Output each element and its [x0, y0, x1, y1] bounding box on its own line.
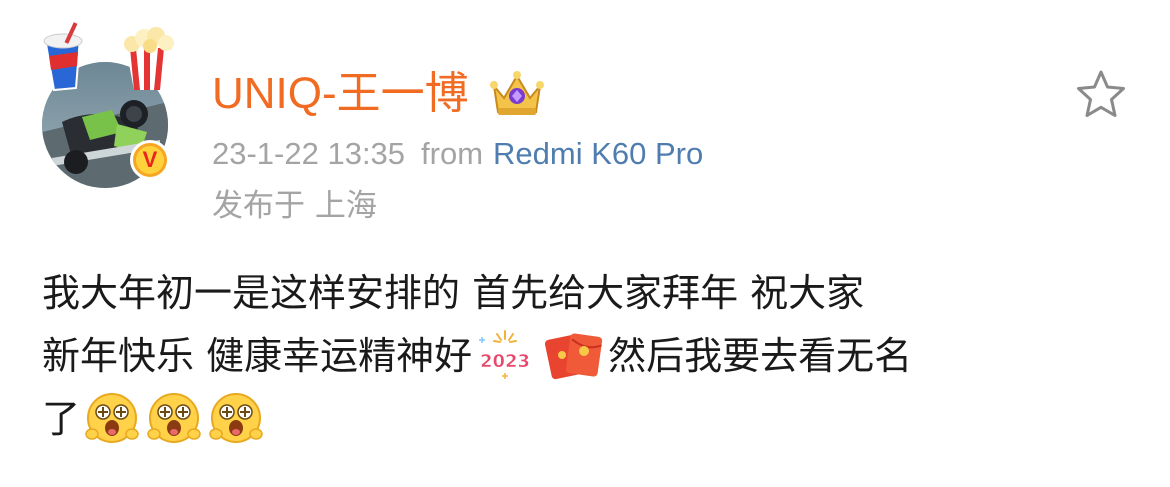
excited-face-emoji — [147, 392, 201, 443]
post-text-line-1: 我大年初一是这样安排的 首先给大家拜年 祝大家 — [42, 271, 865, 315]
post-text-line-2: 新年快乐 健康幸运精神好 2023 然后我要去看无名 — [42, 325, 1132, 388]
post-text-segment: 了 — [42, 397, 81, 441]
post-content: 我大年初一是这样安排的 首先给大家拜年 祝大家 新年快乐 健康幸运精神好 202… — [42, 262, 1132, 451]
popcorn-sticker-icon — [124, 27, 174, 90]
cola-cup-sticker-icon — [43, 22, 83, 92]
svg-text:2023: 2023 — [480, 351, 530, 372]
red-envelope-emoji — [545, 332, 603, 379]
from-label: from — [421, 136, 484, 171]
post-text-line-3: 了 — [42, 388, 1132, 451]
username[interactable]: UNIQ-王一博 — [212, 68, 469, 120]
avatar-container[interactable]: V — [36, 22, 176, 188]
crown-badge-icon[interactable] — [488, 70, 546, 118]
star-outline-icon[interactable] — [1074, 68, 1128, 120]
2023-fireworks-emoji: 2023 — [479, 329, 530, 379]
weibo-post-card: V UNIQ-王一博 23-1-22 13:35 from Redmi K60 Pr… — [0, 0, 1170, 487]
verified-v-icon: V — [130, 140, 170, 180]
post-timestamp: 23-1-22 13:35 — [212, 136, 406, 171]
excited-face-emoji — [209, 392, 263, 443]
device-link[interactable]: Redmi K60 Pro — [493, 136, 703, 171]
post-text-segment: 新年快乐 健康幸运精神好 — [42, 334, 473, 378]
post-meta: 23-1-22 13:35 from Redmi K60 Pro — [212, 134, 703, 174]
post-text-segment: 然后我要去看无名 — [608, 334, 913, 378]
verified-mark: V — [136, 146, 164, 174]
excited-face-emoji — [85, 392, 139, 443]
post-location: 发布于 上海 — [212, 188, 377, 224]
